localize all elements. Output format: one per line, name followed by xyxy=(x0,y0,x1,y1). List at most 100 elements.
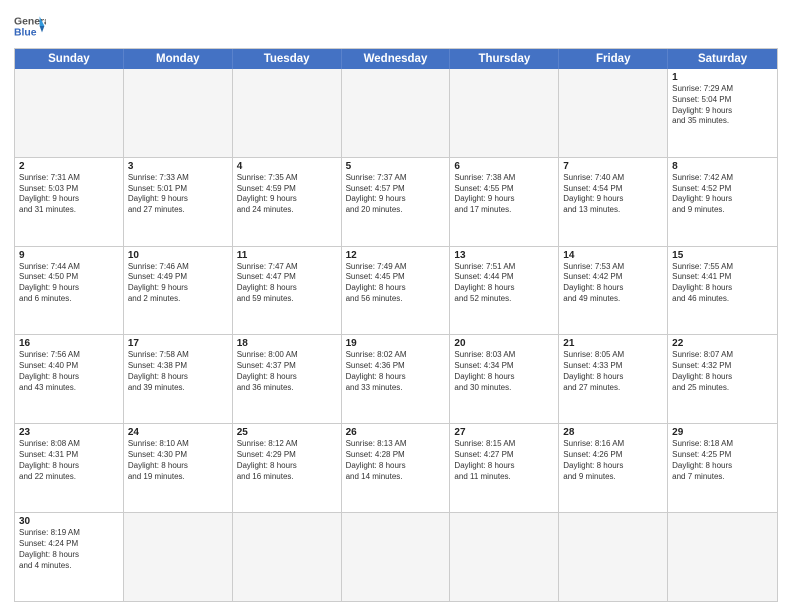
calendar-cell xyxy=(450,69,559,157)
header-day-wednesday: Wednesday xyxy=(342,49,451,69)
calendar-cell: 2Sunrise: 7:31 AM Sunset: 5:03 PM Daylig… xyxy=(15,158,124,246)
calendar-header: SundayMondayTuesdayWednesdayThursdayFrid… xyxy=(15,49,777,69)
calendar-cell xyxy=(559,513,668,601)
calendar-cell: 16Sunrise: 7:56 AM Sunset: 4:40 PM Dayli… xyxy=(15,335,124,423)
day-number: 2 xyxy=(19,161,119,172)
day-info: Sunrise: 8:16 AM Sunset: 4:26 PM Dayligh… xyxy=(563,439,663,482)
day-info: Sunrise: 7:49 AM Sunset: 4:45 PM Dayligh… xyxy=(346,262,446,305)
day-number: 12 xyxy=(346,250,446,261)
header-day-sunday: Sunday xyxy=(15,49,124,69)
calendar-cell xyxy=(124,513,233,601)
calendar-cell xyxy=(450,513,559,601)
calendar-cell: 13Sunrise: 7:51 AM Sunset: 4:44 PM Dayli… xyxy=(450,247,559,335)
day-info: Sunrise: 7:40 AM Sunset: 4:54 PM Dayligh… xyxy=(563,173,663,216)
day-info: Sunrise: 7:42 AM Sunset: 4:52 PM Dayligh… xyxy=(672,173,773,216)
day-info: Sunrise: 7:33 AM Sunset: 5:01 PM Dayligh… xyxy=(128,173,228,216)
calendar-row-4: 16Sunrise: 7:56 AM Sunset: 4:40 PM Dayli… xyxy=(15,335,777,424)
day-number: 19 xyxy=(346,338,446,349)
calendar-cell: 3Sunrise: 7:33 AM Sunset: 5:01 PM Daylig… xyxy=(124,158,233,246)
day-number: 21 xyxy=(563,338,663,349)
day-number: 26 xyxy=(346,427,446,438)
calendar-cell: 14Sunrise: 7:53 AM Sunset: 4:42 PM Dayli… xyxy=(559,247,668,335)
header: General Blue xyxy=(14,10,778,42)
calendar-cell xyxy=(342,513,451,601)
calendar-cell: 10Sunrise: 7:46 AM Sunset: 4:49 PM Dayli… xyxy=(124,247,233,335)
day-number: 14 xyxy=(563,250,663,261)
day-info: Sunrise: 7:51 AM Sunset: 4:44 PM Dayligh… xyxy=(454,262,554,305)
calendar-cell: 6Sunrise: 7:38 AM Sunset: 4:55 PM Daylig… xyxy=(450,158,559,246)
header-day-monday: Monday xyxy=(124,49,233,69)
calendar-cell: 29Sunrise: 8:18 AM Sunset: 4:25 PM Dayli… xyxy=(668,424,777,512)
day-info: Sunrise: 8:12 AM Sunset: 4:29 PM Dayligh… xyxy=(237,439,337,482)
calendar-cell: 12Sunrise: 7:49 AM Sunset: 4:45 PM Dayli… xyxy=(342,247,451,335)
day-info: Sunrise: 7:37 AM Sunset: 4:57 PM Dayligh… xyxy=(346,173,446,216)
calendar-body: 1Sunrise: 7:29 AM Sunset: 5:04 PM Daylig… xyxy=(15,69,777,601)
day-info: Sunrise: 7:47 AM Sunset: 4:47 PM Dayligh… xyxy=(237,262,337,305)
calendar-cell: 20Sunrise: 8:03 AM Sunset: 4:34 PM Dayli… xyxy=(450,335,559,423)
calendar-cell: 11Sunrise: 7:47 AM Sunset: 4:47 PM Dayli… xyxy=(233,247,342,335)
header-day-tuesday: Tuesday xyxy=(233,49,342,69)
calendar-cell: 26Sunrise: 8:13 AM Sunset: 4:28 PM Dayli… xyxy=(342,424,451,512)
header-day-saturday: Saturday xyxy=(668,49,777,69)
calendar-cell xyxy=(124,69,233,157)
day-info: Sunrise: 7:31 AM Sunset: 5:03 PM Dayligh… xyxy=(19,173,119,216)
day-info: Sunrise: 8:15 AM Sunset: 4:27 PM Dayligh… xyxy=(454,439,554,482)
page: General Blue SundayMondayTuesdayWednesda… xyxy=(0,0,792,612)
day-number: 13 xyxy=(454,250,554,261)
calendar-cell: 9Sunrise: 7:44 AM Sunset: 4:50 PM Daylig… xyxy=(15,247,124,335)
day-number: 4 xyxy=(237,161,337,172)
header-day-thursday: Thursday xyxy=(450,49,559,69)
calendar-cell: 28Sunrise: 8:16 AM Sunset: 4:26 PM Dayli… xyxy=(559,424,668,512)
day-info: Sunrise: 7:58 AM Sunset: 4:38 PM Dayligh… xyxy=(128,350,228,393)
day-info: Sunrise: 8:08 AM Sunset: 4:31 PM Dayligh… xyxy=(19,439,119,482)
calendar-cell: 1Sunrise: 7:29 AM Sunset: 5:04 PM Daylig… xyxy=(668,69,777,157)
day-number: 30 xyxy=(19,516,119,527)
day-number: 1 xyxy=(672,72,773,83)
calendar-cell xyxy=(342,69,451,157)
calendar-cell: 17Sunrise: 7:58 AM Sunset: 4:38 PM Dayli… xyxy=(124,335,233,423)
day-info: Sunrise: 7:35 AM Sunset: 4:59 PM Dayligh… xyxy=(237,173,337,216)
day-info: Sunrise: 7:29 AM Sunset: 5:04 PM Dayligh… xyxy=(672,84,773,127)
calendar-cell: 15Sunrise: 7:55 AM Sunset: 4:41 PM Dayli… xyxy=(668,247,777,335)
day-info: Sunrise: 8:19 AM Sunset: 4:24 PM Dayligh… xyxy=(19,528,119,571)
day-number: 6 xyxy=(454,161,554,172)
logo: General Blue xyxy=(14,10,46,42)
day-number: 11 xyxy=(237,250,337,261)
generalblue-logo-icon: General Blue xyxy=(14,10,46,42)
day-number: 20 xyxy=(454,338,554,349)
day-info: Sunrise: 8:05 AM Sunset: 4:33 PM Dayligh… xyxy=(563,350,663,393)
day-info: Sunrise: 7:55 AM Sunset: 4:41 PM Dayligh… xyxy=(672,262,773,305)
day-number: 27 xyxy=(454,427,554,438)
day-info: Sunrise: 7:53 AM Sunset: 4:42 PM Dayligh… xyxy=(563,262,663,305)
day-number: 5 xyxy=(346,161,446,172)
calendar-cell: 21Sunrise: 8:05 AM Sunset: 4:33 PM Dayli… xyxy=(559,335,668,423)
day-info: Sunrise: 7:46 AM Sunset: 4:49 PM Dayligh… xyxy=(128,262,228,305)
day-number: 23 xyxy=(19,427,119,438)
day-number: 16 xyxy=(19,338,119,349)
day-info: Sunrise: 8:07 AM Sunset: 4:32 PM Dayligh… xyxy=(672,350,773,393)
day-number: 25 xyxy=(237,427,337,438)
calendar-cell xyxy=(233,513,342,601)
svg-text:Blue: Blue xyxy=(14,28,37,39)
calendar-cell: 30Sunrise: 8:19 AM Sunset: 4:24 PM Dayli… xyxy=(15,513,124,601)
day-info: Sunrise: 7:56 AM Sunset: 4:40 PM Dayligh… xyxy=(19,350,119,393)
calendar-cell: 4Sunrise: 7:35 AM Sunset: 4:59 PM Daylig… xyxy=(233,158,342,246)
calendar-cell xyxy=(668,513,777,601)
day-number: 29 xyxy=(672,427,773,438)
day-number: 17 xyxy=(128,338,228,349)
day-number: 24 xyxy=(128,427,228,438)
day-number: 7 xyxy=(563,161,663,172)
day-info: Sunrise: 7:44 AM Sunset: 4:50 PM Dayligh… xyxy=(19,262,119,305)
calendar-cell: 27Sunrise: 8:15 AM Sunset: 4:27 PM Dayli… xyxy=(450,424,559,512)
calendar-cell: 18Sunrise: 8:00 AM Sunset: 4:37 PM Dayli… xyxy=(233,335,342,423)
calendar: SundayMondayTuesdayWednesdayThursdayFrid… xyxy=(14,48,778,602)
day-number: 15 xyxy=(672,250,773,261)
calendar-cell: 23Sunrise: 8:08 AM Sunset: 4:31 PM Dayli… xyxy=(15,424,124,512)
day-number: 18 xyxy=(237,338,337,349)
day-number: 8 xyxy=(672,161,773,172)
day-info: Sunrise: 8:00 AM Sunset: 4:37 PM Dayligh… xyxy=(237,350,337,393)
calendar-cell: 5Sunrise: 7:37 AM Sunset: 4:57 PM Daylig… xyxy=(342,158,451,246)
calendar-cell: 24Sunrise: 8:10 AM Sunset: 4:30 PM Dayli… xyxy=(124,424,233,512)
calendar-cell xyxy=(15,69,124,157)
day-number: 28 xyxy=(563,427,663,438)
